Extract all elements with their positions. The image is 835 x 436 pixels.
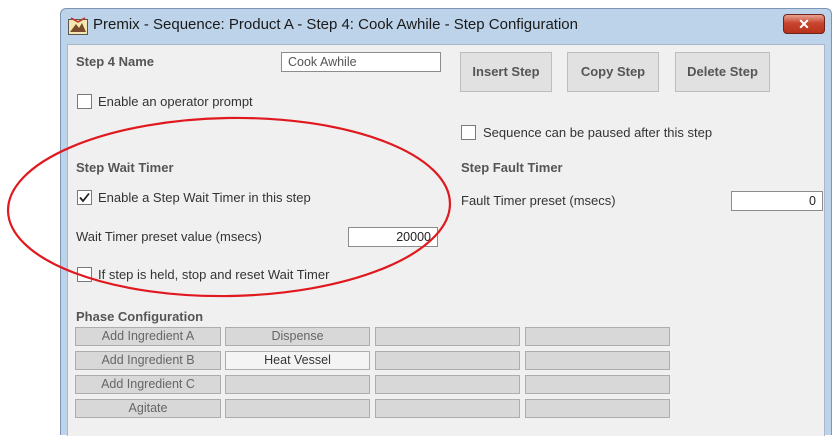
window-title: Premix - Sequence: Product A - Step 4: C… [93,16,578,33]
phase-button-add-ingredient-a[interactable]: Add Ingredient A [75,327,221,346]
phase-button-agitate[interactable]: Agitate [75,399,221,418]
phase-cell-selected[interactable]: Heat Vessel [225,351,370,370]
client-area: Step 4 Name Cook Awhile Insert Step Copy… [67,44,825,436]
wait-timer-header: Step Wait Timer [76,160,174,175]
phase-cell[interactable] [375,375,520,394]
phase-button-add-ingredient-c[interactable]: Add Ingredient C [75,375,221,394]
phase-cell[interactable] [525,375,670,394]
fault-timer-header: Step Fault Timer [461,160,563,175]
phase-cell[interactable] [225,375,370,394]
phase-cell[interactable] [375,399,520,418]
sequence-pause-label: Sequence can be paused after this step [483,125,713,140]
insert-step-button[interactable]: Insert Step [460,52,552,92]
step-configuration-window: Premix - Sequence: Product A - Step 4: C… [60,8,832,436]
enable-wait-timer-checkbox[interactable] [77,190,92,205]
phase-cell[interactable]: Dispense [225,327,370,346]
phase-cell[interactable] [225,399,370,418]
operator-prompt-label: Enable an operator prompt [98,94,253,109]
phase-button-add-ingredient-b[interactable]: Add Ingredient B [75,351,221,370]
sequence-pause-checkbox[interactable] [461,125,476,140]
hold-reset-label: If step is held, stop and reset Wait Tim… [98,267,330,282]
wait-timer-preset-input[interactable]: 20000 [348,227,438,247]
phase-cell[interactable] [525,351,670,370]
enable-wait-timer-label: Enable a Step Wait Timer in this step [98,190,311,205]
delete-step-button[interactable]: Delete Step [675,52,770,92]
checkmark-icon [79,192,90,203]
phase-cell[interactable] [375,351,520,370]
close-button[interactable]: ✕ [783,14,825,34]
hold-reset-checkbox[interactable] [77,267,92,282]
phase-config-header: Phase Configuration [76,309,204,324]
copy-step-button[interactable]: Copy Step [567,52,659,92]
title-bar[interactable]: Premix - Sequence: Product A - Step 4: C… [61,9,831,43]
wait-timer-preset-label: Wait Timer preset value (msecs) [76,229,262,244]
phase-cell[interactable] [525,327,670,346]
operator-prompt-checkbox[interactable] [77,94,92,109]
step-name-input[interactable]: Cook Awhile [281,52,441,72]
step-name-label: Step 4 Name [76,54,155,69]
fault-timer-preset-input[interactable]: 0 [731,191,823,211]
fault-timer-preset-label: Fault Timer preset (msecs) [461,193,616,208]
phase-cell[interactable] [525,399,670,418]
app-icon [68,17,88,35]
phase-cell[interactable] [375,327,520,346]
